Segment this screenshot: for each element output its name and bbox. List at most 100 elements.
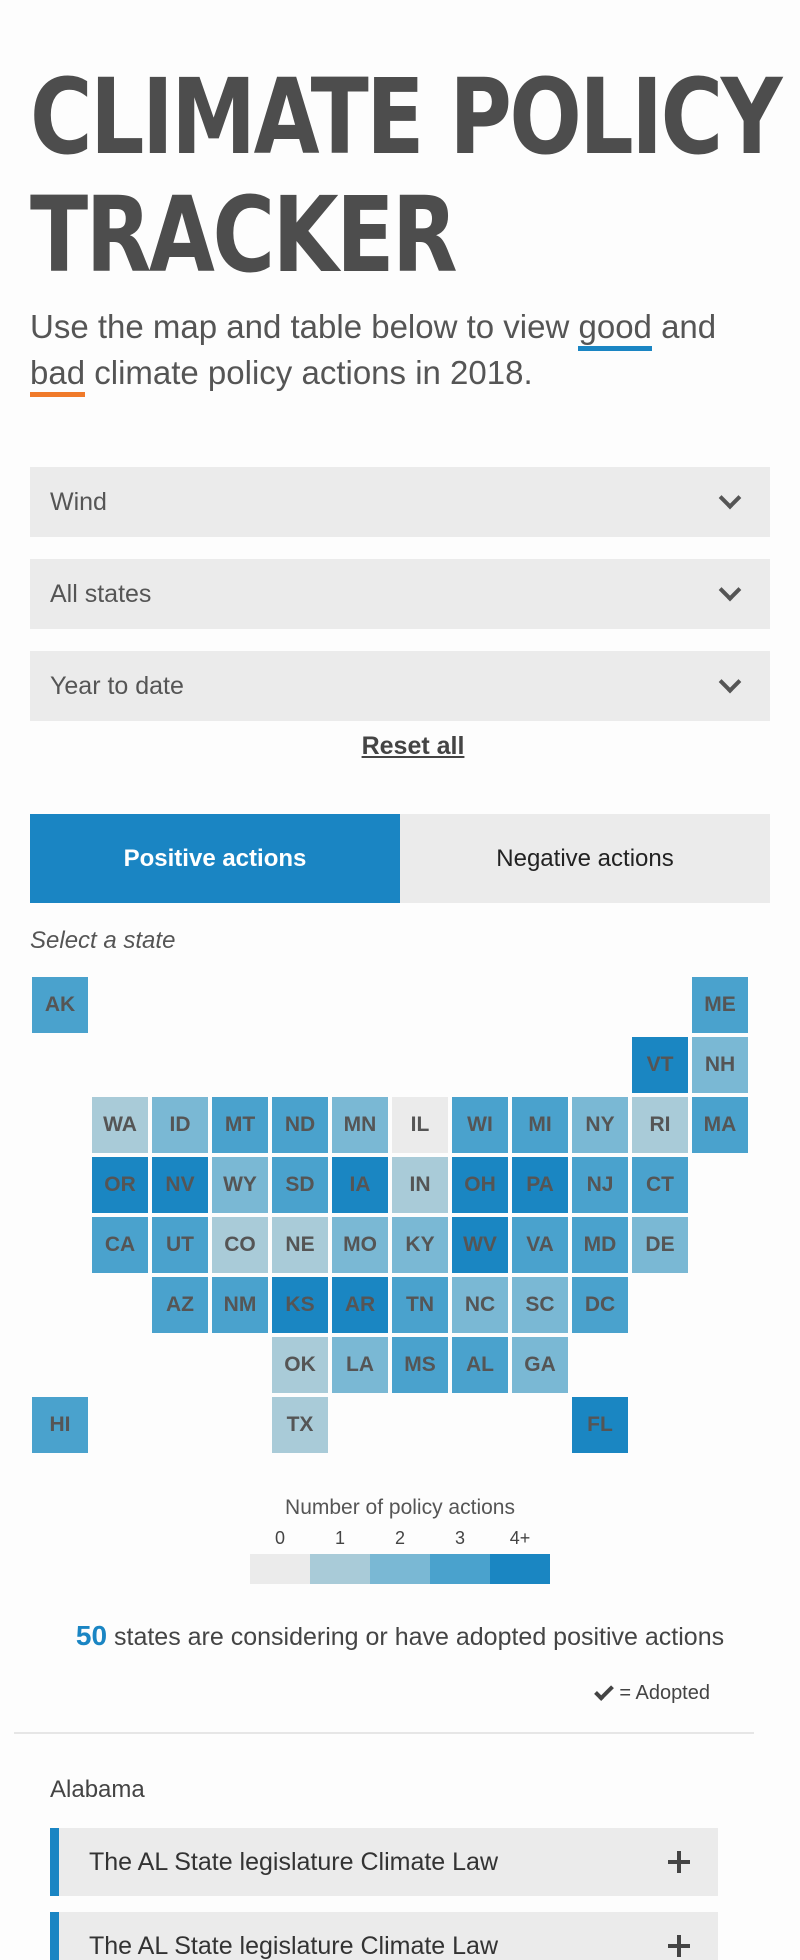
state-tile-ar[interactable]: AR (332, 1277, 388, 1333)
state-tile-dc[interactable]: DC (572, 1277, 628, 1333)
state-tile-sc[interactable]: SC (512, 1277, 568, 1333)
state-tile-sd[interactable]: SD (272, 1157, 328, 1213)
state-tile-vt[interactable]: VT (632, 1037, 688, 1093)
reset-all-link[interactable]: Reset all (0, 732, 800, 761)
state-count: 50 (75, 1620, 108, 1651)
select-state-prompt: Select a state (30, 927, 176, 954)
state-tile-tx[interactable]: TX (272, 1397, 328, 1453)
state-dropdown[interactable]: All states (30, 559, 770, 629)
state-tile-ms[interactable]: MS (392, 1337, 448, 1393)
state-tile-az[interactable]: AZ (152, 1277, 208, 1333)
state-tile-id[interactable]: ID (152, 1097, 208, 1153)
state-tile-va[interactable]: VA (512, 1217, 568, 1273)
intro-bad: bad (30, 354, 86, 397)
state-heading: Alabama (50, 1776, 145, 1803)
policy-item-title: The AL State legislature Climate Law (89, 1847, 499, 1876)
topic-dropdown[interactable]: Wind (30, 467, 770, 537)
state-tile-ga[interactable]: GA (512, 1337, 568, 1393)
checkmark-icon (594, 1680, 615, 1701)
state-tile-al[interactable]: AL (452, 1337, 508, 1393)
period-dropdown[interactable]: Year to date (30, 651, 770, 721)
legend-tick: 1 (334, 1528, 346, 1548)
state-tile-mi[interactable]: MI (512, 1097, 568, 1153)
state-tile-mn[interactable]: MN (332, 1097, 388, 1153)
state-tile-nd[interactable]: ND (272, 1097, 328, 1153)
state-tile-la[interactable]: LA (332, 1337, 388, 1393)
state-tile-nc[interactable]: NC (452, 1277, 508, 1333)
topic-dropdown-value: Wind (50, 487, 107, 516)
state-tile-wa[interactable]: WA (92, 1097, 148, 1153)
tab-positive-actions[interactable]: Positive actions (30, 814, 400, 903)
state-tile-nv[interactable]: NV (152, 1157, 208, 1213)
chevron-down-icon (718, 486, 742, 510)
state-tile-ut[interactable]: UT (152, 1217, 208, 1273)
summary-description: states are considering or have adopted p… (114, 1623, 725, 1651)
adopted-label: = Adopted (619, 1682, 710, 1704)
state-tile-ak[interactable]: AK (32, 977, 88, 1033)
legend-swatch (250, 1554, 310, 1584)
page-title-line-1: Climate Policy (30, 56, 782, 178)
state-tile-fl[interactable]: FL (572, 1397, 628, 1453)
legend-color-scale (250, 1554, 550, 1584)
state-tile-ca[interactable]: CA (92, 1217, 148, 1273)
state-tile-ri[interactable]: RI (632, 1097, 688, 1153)
state-tile-mt[interactable]: MT (212, 1097, 268, 1153)
intro-middle: and (651, 308, 717, 345)
legend-tick: 0 (274, 1528, 286, 1548)
legend-swatch (370, 1554, 430, 1584)
policy-item[interactable]: The AL State legislature Climate Law (50, 1828, 718, 1896)
adopted-legend: = Adopted (594, 1680, 710, 1705)
state-tile-ny[interactable]: NY (572, 1097, 628, 1153)
state-tile-ia[interactable]: IA (332, 1157, 388, 1213)
period-dropdown-value: Year to date (50, 671, 184, 700)
summary-text: 50 states are considering or have adopte… (0, 1620, 800, 1652)
tab-negative-actions[interactable]: Negative actions (400, 814, 770, 903)
state-tile-or[interactable]: OR (92, 1157, 148, 1213)
intro-text: Use the map and table below to view good… (30, 304, 750, 397)
state-tile-md[interactable]: MD (572, 1217, 628, 1273)
state-tile-wi[interactable]: WI (452, 1097, 508, 1153)
state-tile-wv[interactable]: WV (452, 1217, 508, 1273)
legend-tick: 4+ (509, 1528, 531, 1548)
state-tile-ma[interactable]: MA (692, 1097, 748, 1153)
state-tile-wy[interactable]: WY (212, 1157, 268, 1213)
state-tile-co[interactable]: CO (212, 1217, 268, 1273)
intro-after: climate policy actions in 2018. (85, 354, 533, 391)
chevron-down-icon (718, 578, 742, 602)
policy-item-title: The AL State legislature Climate Law (89, 1931, 499, 1960)
state-tile-hi[interactable]: HI (32, 1397, 88, 1453)
state-tile-me[interactable]: ME (692, 977, 748, 1033)
state-tile-mo[interactable]: MO (332, 1217, 388, 1273)
state-tile-de[interactable]: DE (632, 1217, 688, 1273)
plus-icon[interactable] (668, 1851, 690, 1873)
legend-title: Number of policy actions (285, 1496, 515, 1519)
legend-swatch (310, 1554, 370, 1584)
intro-good: good (578, 308, 652, 351)
divider (14, 1732, 754, 1734)
state-tile-nm[interactable]: NM (212, 1277, 268, 1333)
state-tile-pa[interactable]: PA (512, 1157, 568, 1213)
legend-ticks: 0 1 2 3 4+ (250, 1528, 550, 1552)
state-tile-ky[interactable]: KY (392, 1217, 448, 1273)
state-tile-ok[interactable]: OK (272, 1337, 328, 1393)
page-title: Climate Policy Tracker (30, 56, 782, 296)
state-tile-map: AK ME VT NH WA ID MT ND MN IL WI MI NY RI MA OR NV WY SD IA… (30, 975, 770, 1455)
page-title-line-2: Tracker (30, 174, 458, 296)
policy-item[interactable]: The AL State legislature Climate Law (50, 1912, 718, 1960)
intro-before: Use the map and table below to view (30, 308, 579, 345)
action-tabs: Positive actions Negative actions (30, 814, 770, 903)
state-tile-ne[interactable]: NE (272, 1217, 328, 1273)
state-dropdown-value: All states (50, 579, 152, 608)
state-tile-oh[interactable]: OH (452, 1157, 508, 1213)
chevron-down-icon (718, 670, 742, 694)
state-tile-in[interactable]: IN (392, 1157, 448, 1213)
state-tile-nh[interactable]: NH (692, 1037, 748, 1093)
plus-icon[interactable] (668, 1935, 690, 1957)
state-tile-ks[interactable]: KS (272, 1277, 328, 1333)
state-tile-ct[interactable]: CT (632, 1157, 688, 1213)
state-tile-il[interactable]: IL (392, 1097, 448, 1153)
legend-swatch (430, 1554, 490, 1584)
legend-swatch (490, 1554, 550, 1584)
state-tile-nj[interactable]: NJ (572, 1157, 628, 1213)
state-tile-tn[interactable]: TN (392, 1277, 448, 1333)
